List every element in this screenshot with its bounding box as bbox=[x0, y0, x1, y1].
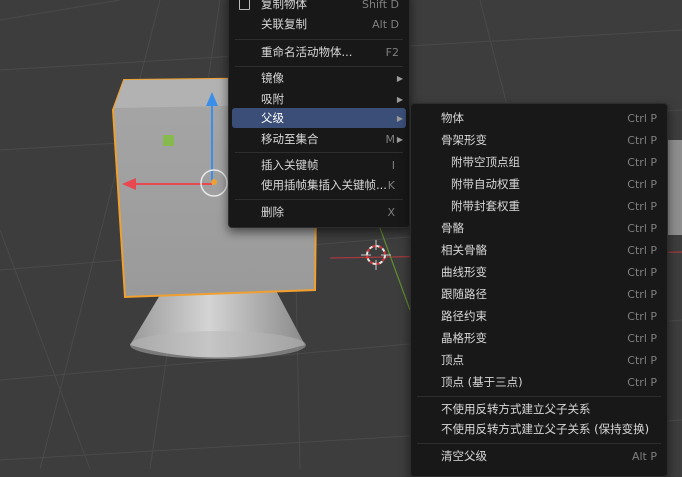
submenu-item-curve-deform[interactable]: 曲线形变 Ctrl P bbox=[411, 261, 667, 283]
menu-separator bbox=[235, 199, 403, 200]
menu-item-label: 跟随路径 bbox=[441, 287, 487, 301]
menu-item-label: 吸附 bbox=[261, 92, 284, 106]
menu-item-label: 顶点 bbox=[441, 353, 464, 367]
menu-item-shortcut: Ctrl P bbox=[627, 331, 657, 345]
submenu-item-parent-without-inverse-keep-transform[interactable]: 不使用反转方式建立父子关系 (保持变换) bbox=[411, 418, 667, 440]
menu-item-shortcut: Ctrl P bbox=[627, 287, 657, 301]
menu-item-shortcut: Shift D bbox=[362, 0, 399, 11]
menu-item-insert-keyframe[interactable]: 插入关键帧 I bbox=[229, 154, 409, 176]
menu-item-shortcut: Ctrl P bbox=[627, 353, 657, 367]
submenu-item-bone-relative[interactable]: 相关骨骼 Ctrl P bbox=[411, 239, 667, 261]
menu-item-label: 镜像 bbox=[261, 71, 284, 85]
menu-separator bbox=[235, 39, 403, 40]
menu-item-shortcut: Ctrl P bbox=[627, 265, 657, 279]
menu-separator bbox=[235, 152, 403, 153]
submenu-item-armature-deform[interactable]: 骨架形变 Ctrl P bbox=[411, 129, 667, 151]
menu-separator bbox=[417, 396, 661, 397]
menu-item-duplicate-linked[interactable]: 关联复制 Alt D bbox=[229, 13, 409, 35]
menu-item-shortcut: Ctrl P bbox=[627, 111, 657, 125]
menu-item-label: 删除 bbox=[261, 205, 284, 219]
menu-item-label: 附带封套权重 bbox=[451, 199, 520, 213]
menu-item-label: 骨骼 bbox=[441, 221, 464, 235]
menu-item-label: 清空父级 bbox=[441, 449, 487, 463]
menu-separator bbox=[417, 443, 661, 444]
duplicate-icon bbox=[239, 0, 250, 10]
submenu-item-vertex-triangle[interactable]: 顶点 (基于三点) Ctrl P bbox=[411, 371, 667, 393]
menu-item-move-to-collection[interactable]: 移动至集合 M ▶ bbox=[229, 128, 409, 150]
menu-item-label: 重命名活动物体... bbox=[261, 45, 353, 59]
menu-item-shortcut: Ctrl P bbox=[627, 199, 657, 213]
parent-submenu: 物体 Ctrl P 骨架形变 Ctrl P 附带空顶点组 Ctrl P 附带自动… bbox=[410, 103, 668, 477]
menu-item-label: 附带自动权重 bbox=[451, 177, 520, 191]
menu-item-label: 关联复制 bbox=[261, 17, 307, 31]
menu-item-label: 插入关键帧 bbox=[261, 158, 319, 172]
menu-item-label: 父级 bbox=[261, 111, 284, 125]
menu-item-label: 复制物体 bbox=[261, 0, 307, 11]
menu-item-shortcut: Ctrl P bbox=[627, 375, 657, 389]
submenu-item-parent-without-inverse[interactable]: 不使用反转方式建立父子关系 bbox=[411, 398, 667, 420]
object-context-menu: 复制物体 Shift D 关联复制 Alt D 重命名活动物体... F2 镜像… bbox=[228, 0, 410, 228]
submenu-arrow-icon: ▶ bbox=[396, 113, 403, 123]
menu-item-shortcut: Alt P bbox=[631, 449, 657, 463]
menu-item-label: 移动至集合 bbox=[261, 132, 319, 146]
menu-item-label: 物体 bbox=[441, 111, 464, 125]
menu-item-snap[interactable]: 吸附 ▶ bbox=[229, 88, 409, 110]
menu-item-shortcut: F2 bbox=[385, 45, 399, 59]
menu-item-label: 附带空顶点组 bbox=[451, 155, 520, 169]
menu-item-shortcut: X bbox=[387, 205, 395, 219]
menu-item-shortcut: Ctrl P bbox=[627, 133, 657, 147]
menu-item-label: 不使用反转方式建立父子关系 (保持变换) bbox=[441, 422, 650, 436]
submenu-item-follow-path[interactable]: 跟随路径 Ctrl P bbox=[411, 283, 667, 305]
submenu-item-object[interactable]: 物体 Ctrl P bbox=[411, 107, 667, 129]
menu-item-label: 不使用反转方式建立父子关系 bbox=[441, 402, 591, 416]
menu-item-shortcut: Ctrl P bbox=[627, 243, 657, 257]
menu-item-label: 相关骨骼 bbox=[441, 243, 487, 257]
submenu-item-with-empty-groups[interactable]: 附带空顶点组 Ctrl P bbox=[411, 151, 667, 173]
menu-item-label: 骨架形变 bbox=[441, 133, 487, 147]
menu-item-mirror[interactable]: 镜像 ▶ bbox=[229, 67, 409, 89]
menu-item-rename-active[interactable]: 重命名活动物体... F2 bbox=[229, 41, 409, 63]
menu-item-shortcut: Ctrl P bbox=[627, 221, 657, 235]
submenu-item-with-envelope-weights[interactable]: 附带封套权重 Ctrl P bbox=[411, 195, 667, 217]
submenu-item-path-constraint[interactable]: 路径约束 Ctrl P bbox=[411, 305, 667, 327]
menu-item-shortcut: Alt D bbox=[372, 17, 399, 31]
menu-item-parent[interactable]: 父级 ▶ bbox=[232, 108, 406, 128]
menu-item-shortcut: Ctrl P bbox=[627, 177, 657, 191]
submenu-item-clear-parent[interactable]: 清空父级 Alt P bbox=[411, 445, 667, 467]
menu-item-insert-keyframe-keyingset[interactable]: 使用插帧集插入关键帧... K bbox=[229, 174, 409, 196]
menu-item-shortcut: M bbox=[385, 132, 396, 146]
submenu-item-bone[interactable]: 骨骼 Ctrl P bbox=[411, 217, 667, 239]
menu-item-shortcut: Ctrl P bbox=[627, 309, 657, 323]
menu-item-label: 晶格形变 bbox=[441, 331, 487, 345]
menu-item-label: 曲线形变 bbox=[441, 265, 487, 279]
menu-item-shortcut: Ctrl P bbox=[627, 155, 657, 169]
submenu-item-vertex[interactable]: 顶点 Ctrl P bbox=[411, 349, 667, 371]
menu-item-label: 顶点 (基于三点) bbox=[441, 375, 523, 389]
submenu-item-with-automatic-weights[interactable]: 附带自动权重 Ctrl P bbox=[411, 173, 667, 195]
submenu-arrow-icon: ▶ bbox=[396, 134, 403, 144]
menu-item-shortcut: I bbox=[391, 158, 395, 172]
menu-item-delete[interactable]: 删除 X bbox=[229, 201, 409, 223]
menu-item-label: 使用插帧集插入关键帧... bbox=[261, 178, 387, 192]
submenu-item-lattice-deform[interactable]: 晶格形变 Ctrl P bbox=[411, 327, 667, 349]
submenu-arrow-icon: ▶ bbox=[396, 94, 403, 104]
menu-item-label: 路径约束 bbox=[441, 309, 487, 323]
menu-item-shortcut: K bbox=[387, 178, 395, 192]
submenu-arrow-icon: ▶ bbox=[396, 73, 403, 83]
